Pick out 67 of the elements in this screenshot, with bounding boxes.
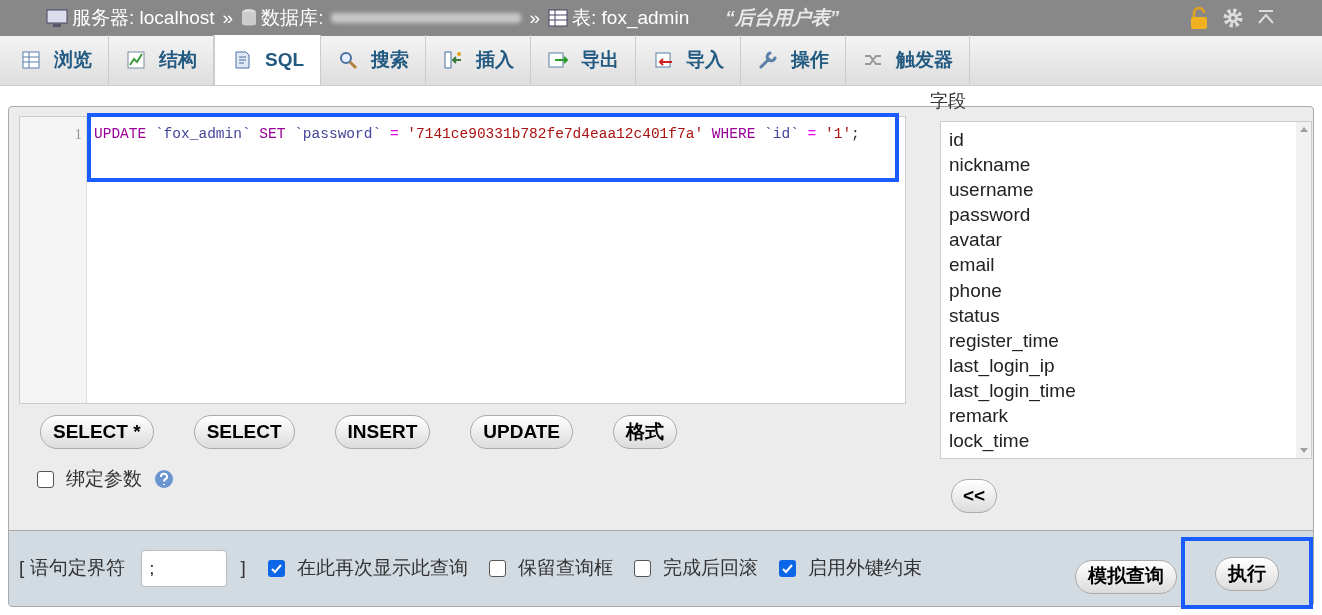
help-icon[interactable] <box>154 469 174 490</box>
delimiter-label: [ 语句定界符 <box>19 556 125 581</box>
monitor-icon <box>46 8 68 28</box>
query-button[interactable]: 格式 <box>613 415 677 449</box>
table-link[interactable]: 表: fox_admin <box>572 3 690 33</box>
sql-editor[interactable]: 1 UPDATE `fox_admin` SET `password` = '7141ce90331b782fe7d4eaa12c401f7a' WHERE `id` = '1'; <box>19 116 906 404</box>
field-item[interactable]: avatar <box>949 227 1296 253</box>
checkbox[interactable] <box>488 560 506 577</box>
insert-field-button[interactable]: << <box>951 479 997 513</box>
chart-icon <box>125 49 147 71</box>
tab[interactable]: SQL <box>214 35 322 85</box>
field-item[interactable]: last_login_time <box>949 377 1296 404</box>
settings-icon[interactable] <box>1222 7 1244 29</box>
scroll-down-icon[interactable] <box>1299 448 1308 454</box>
fields-title: 字段 <box>930 90 966 113</box>
field-item[interactable]: password <box>949 202 1296 228</box>
field-item[interactable]: email <box>949 252 1296 278</box>
execute-button[interactable]: 执行 <box>1215 557 1279 591</box>
tab[interactable]: 操作 <box>741 35 847 85</box>
simulate-query-button[interactable]: 模拟查询 <box>1075 559 1177 594</box>
search-icon <box>337 49 360 71</box>
field-item[interactable]: status <box>949 302 1296 328</box>
checkbox[interactable] <box>37 470 54 488</box>
field-item[interactable]: id <box>949 127 1296 153</box>
field-item[interactable]: nickname <box>949 152 1296 178</box>
import-icon <box>652 49 675 71</box>
checkbox-label: 在此再次显示此查询 <box>296 556 468 581</box>
delimiter-label-end: ] <box>240 556 246 581</box>
sql-code: UPDATE `fox_admin` SET `password` = '7141ce90331b782fe7d4eaa12c401f7a' WHERE `id` = '1'; <box>94 126 860 142</box>
checkbox-label: 启用外键约束 <box>807 556 922 581</box>
table-comment: “后台用户表” <box>725 5 840 30</box>
field-list[interactable]: id nickname username password avatar email phone status register_time last_login_ip last_login_time remark lock_time <box>940 121 1312 459</box>
scroll-up-icon[interactable] <box>1299 126 1308 132</box>
query-button[interactable]: UPDATE <box>470 415 573 449</box>
checkbox[interactable] <box>633 560 651 577</box>
database-icon <box>241 8 258 28</box>
field-item[interactable]: register_time <box>949 327 1296 353</box>
server-link[interactable]: 服务器: localhost <box>72 3 215 33</box>
scrollbar[interactable] <box>1296 122 1311 458</box>
checkbox[interactable] <box>267 560 285 577</box>
query-button[interactable]: SELECT <box>193 415 295 449</box>
query-button[interactable]: SELECT * <box>40 415 154 449</box>
tab[interactable]: 触发器 <box>846 35 971 85</box>
field-item[interactable]: phone <box>949 277 1296 303</box>
checkbox-label: 保留查询框 <box>517 556 613 581</box>
table-icon <box>20 49 42 71</box>
database-link[interactable]: 数据库: <box>261 3 324 33</box>
export-icon <box>547 49 570 71</box>
query-button[interactable]: INSERT <box>334 415 431 449</box>
checkbox-label: 完成后回滚 <box>662 556 758 581</box>
table-icon <box>548 8 568 28</box>
checkbox[interactable] <box>778 560 796 577</box>
tab[interactable]: 导入 <box>636 35 742 85</box>
tab[interactable]: 浏览 <box>4 35 109 85</box>
separator: » <box>222 5 234 30</box>
field-item[interactable]: last_login_ip <box>949 352 1296 378</box>
field-item[interactable]: remark <box>949 403 1296 429</box>
line-number: 1 <box>20 117 87 403</box>
field-item[interactable]: username <box>949 177 1296 203</box>
tab[interactable]: 导出 <box>531 35 637 85</box>
tab[interactable]: 插入 <box>426 35 532 85</box>
checkbox-label: 绑定参数 <box>66 467 142 491</box>
field-item[interactable]: lock_time <box>949 428 1296 454</box>
delimiter-field[interactable]: ; <box>140 550 227 587</box>
separator: » <box>529 5 540 30</box>
tab[interactable]: 搜索 <box>321 35 427 85</box>
padlock-icon[interactable] <box>1188 6 1210 30</box>
